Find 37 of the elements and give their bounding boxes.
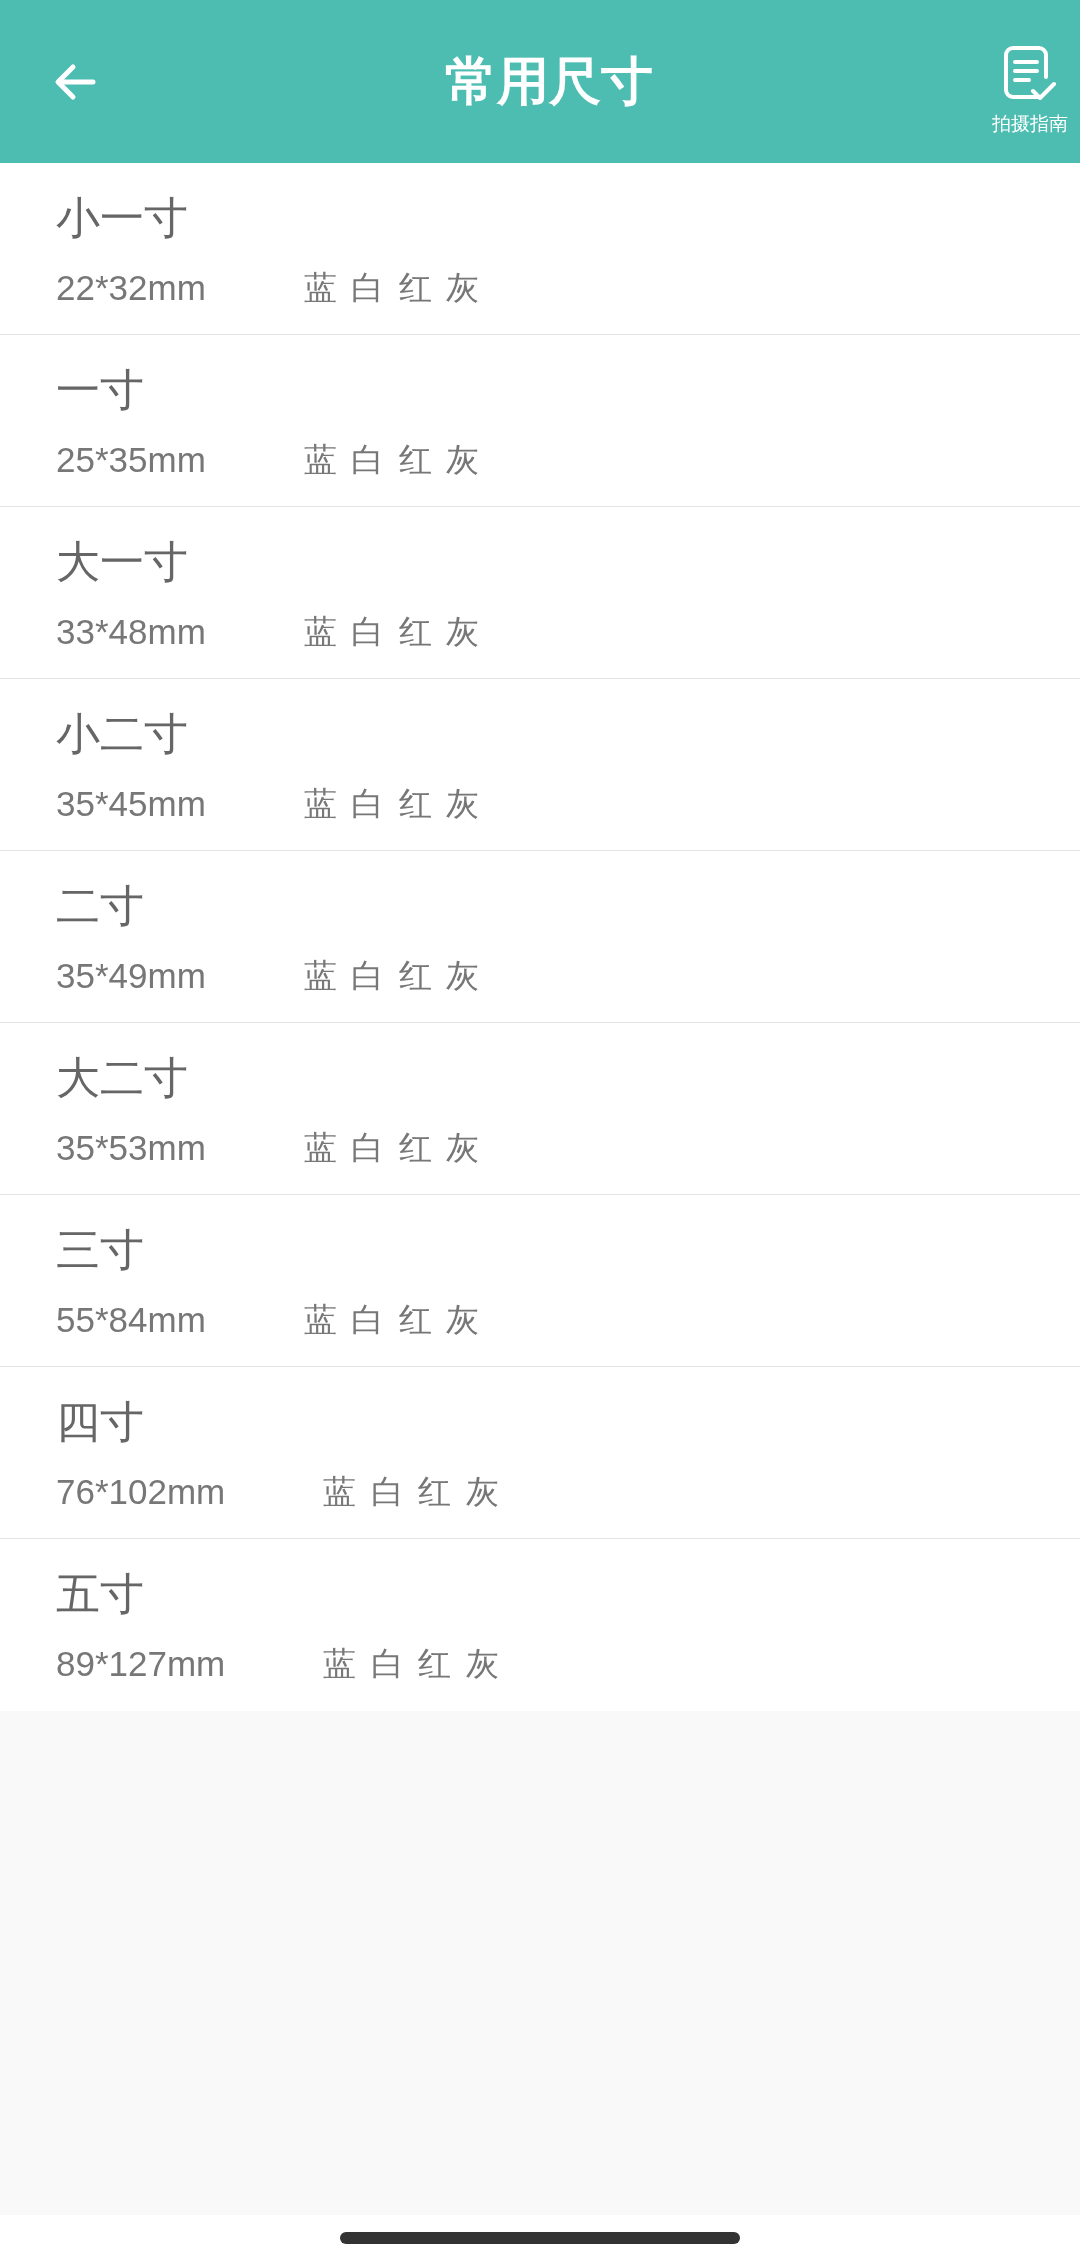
size-dimensions: 35*45mm <box>56 784 206 825</box>
page-title: 常用尺寸 <box>444 49 653 113</box>
size-dimensions: 22*32mm <box>56 268 206 309</box>
background-colors: 蓝 白 红 灰 <box>303 1126 480 1169</box>
background-colors: 蓝 白 红 灰 <box>303 266 480 309</box>
size-name: 二寸 <box>56 881 145 932</box>
background-colors: 蓝 白 红 灰 <box>303 782 480 825</box>
background-colors: 蓝 白 红 灰 <box>303 438 480 481</box>
size-list-item[interactable]: 五寸 89*127mm 蓝 白 红 灰 <box>0 1539 1080 1711</box>
size-dimensions: 89*127mm <box>56 1644 226 1685</box>
size-dimensions: 55*84mm <box>56 1300 206 1341</box>
size-list-item[interactable]: 三寸 55*84mm 蓝 白 红 灰 <box>0 1195 1080 1367</box>
size-list-item[interactable]: 大一寸 33*48mm 蓝 白 红 灰 <box>0 507 1080 679</box>
background-colors: 蓝 白 红 灰 <box>303 1298 480 1341</box>
size-dimensions: 25*35mm <box>56 440 206 481</box>
size-name: 小一寸 <box>56 193 189 244</box>
size-list-item[interactable]: 小二寸 35*45mm 蓝 白 红 灰 <box>0 679 1080 851</box>
background-colors: 蓝 白 红 灰 <box>323 1642 499 1685</box>
size-name: 四寸 <box>56 1397 145 1448</box>
size-list-item[interactable]: 二寸 35*49mm 蓝 白 红 灰 <box>0 851 1080 1023</box>
size-dimensions: 35*49mm <box>56 956 206 997</box>
size-list-item[interactable]: 一寸 25*35mm 蓝 白 红 灰 <box>0 335 1080 507</box>
size-list-item[interactable]: 大二寸 35*53mm 蓝 白 红 灰 <box>0 1023 1080 1195</box>
size-dimensions: 76*102mm <box>56 1472 226 1513</box>
size-name: 小二寸 <box>56 709 189 760</box>
size-name: 一寸 <box>56 365 145 416</box>
background-colors: 蓝 白 红 灰 <box>303 610 480 653</box>
size-name: 大一寸 <box>56 537 189 588</box>
background-colors: 蓝 白 红 灰 <box>323 1470 499 1513</box>
background-colors: 蓝 白 红 灰 <box>303 954 480 997</box>
size-name: 大二寸 <box>56 1053 189 1104</box>
size-name: 五寸 <box>56 1569 145 1620</box>
size-dimensions: 35*53mm <box>56 1128 206 1169</box>
size-list-item[interactable]: 小一寸 22*32mm 蓝 白 红 灰 <box>0 163 1080 335</box>
size-dimensions: 33*48mm <box>56 612 206 653</box>
size-name: 三寸 <box>56 1225 145 1276</box>
size-list-item[interactable]: 四寸 76*102mm 蓝 白 红 灰 <box>0 1367 1080 1539</box>
